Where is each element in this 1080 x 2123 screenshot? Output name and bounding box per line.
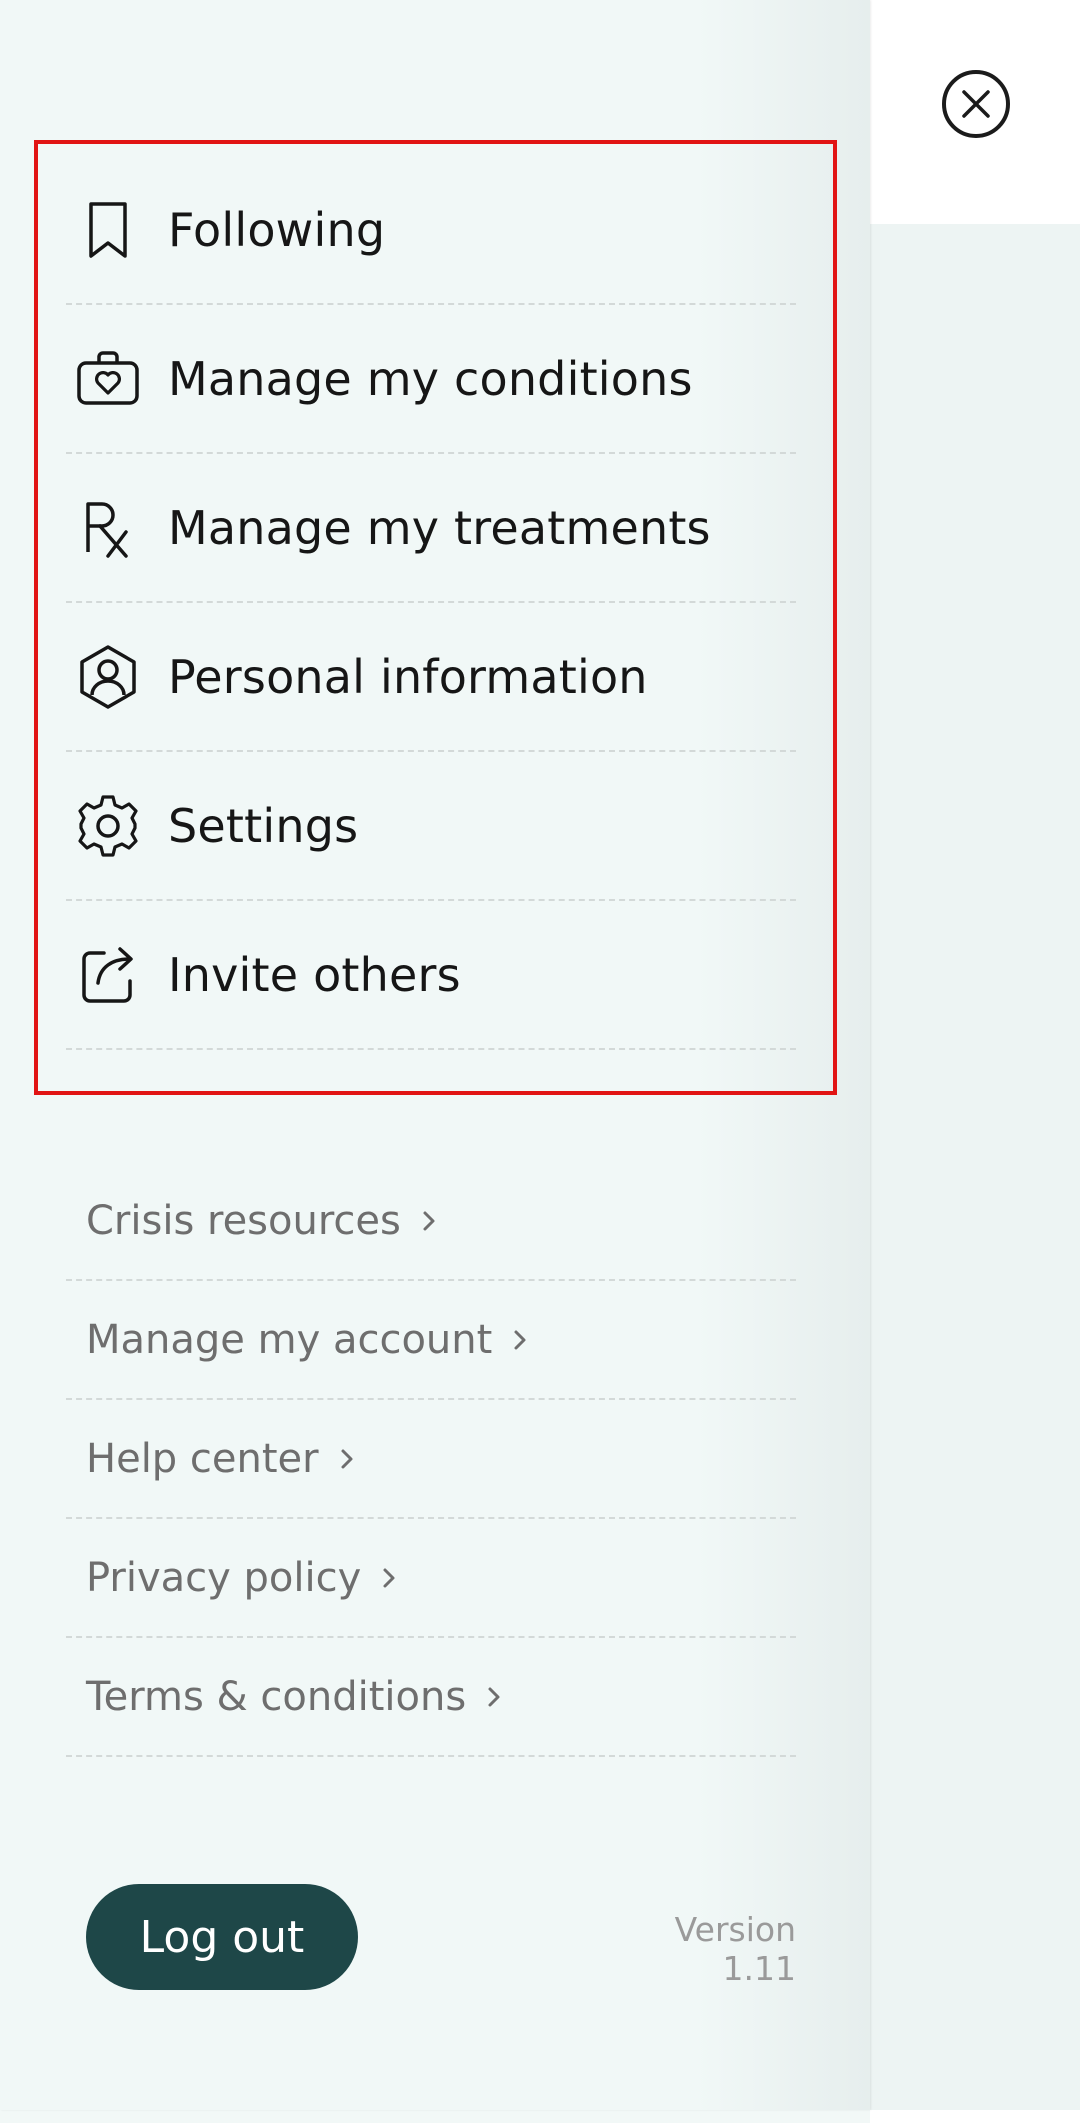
chevron-right-icon: [484, 1686, 506, 1708]
link-label: Manage my account: [86, 1316, 493, 1363]
menu-item-label: Invite others: [168, 947, 461, 1002]
bookmark-icon: [70, 192, 146, 268]
chevron-right-icon: [379, 1567, 401, 1589]
user-hexagon-icon: [70, 639, 146, 715]
chevron-right-icon: [419, 1210, 441, 1232]
app-version: Version 1.11: [674, 1910, 796, 1988]
medical-bag-heart-icon: [70, 341, 146, 417]
menu-item-label: Manage my treatments: [168, 500, 711, 555]
menu-item-personal-information[interactable]: Personal information: [66, 603, 796, 752]
share-out-icon: [70, 937, 146, 1013]
menu-item-label: Settings: [168, 798, 359, 853]
link-label: Terms & conditions: [86, 1673, 467, 1720]
link-manage-account[interactable]: Manage my account: [66, 1281, 796, 1400]
overlay-bottom-area: [870, 2110, 1080, 2123]
link-crisis-resources[interactable]: Crisis resources: [66, 1162, 796, 1281]
menu-item-invite-others[interactable]: Invite others: [66, 901, 796, 1050]
menu-item-following[interactable]: Following: [66, 156, 796, 305]
menu-item-manage-conditions[interactable]: Manage my conditions: [66, 305, 796, 454]
chevron-right-icon: [510, 1329, 532, 1351]
link-label: Help center: [86, 1435, 319, 1482]
menu-item-manage-treatments[interactable]: Manage my treatments: [66, 454, 796, 603]
menu-item-label: Following: [168, 202, 386, 257]
link-terms-conditions[interactable]: Terms & conditions: [66, 1638, 796, 1757]
link-help-center[interactable]: Help center: [66, 1400, 796, 1519]
rx-icon: [70, 490, 146, 566]
menu-item-label: Manage my conditions: [168, 351, 693, 406]
navigation-drawer: Following Manage my conditions Manage my…: [0, 0, 870, 2110]
link-label: Privacy policy: [86, 1554, 362, 1601]
close-icon: [962, 90, 990, 118]
chevron-right-icon: [337, 1448, 359, 1470]
gear-icon: [70, 788, 146, 864]
main-menu: Following Manage my conditions Manage my…: [66, 156, 796, 1050]
close-button[interactable]: [942, 70, 1010, 138]
secondary-links: Crisis resources Manage my account Help …: [66, 1162, 796, 1757]
link-label: Crisis resources: [86, 1197, 401, 1244]
logout-button[interactable]: Log out: [86, 1884, 358, 1990]
page-overlay[interactable]: [870, 0, 1080, 2123]
menu-item-label: Personal information: [168, 649, 648, 704]
menu-item-settings[interactable]: Settings: [66, 752, 796, 901]
link-privacy-policy[interactable]: Privacy policy: [66, 1519, 796, 1638]
